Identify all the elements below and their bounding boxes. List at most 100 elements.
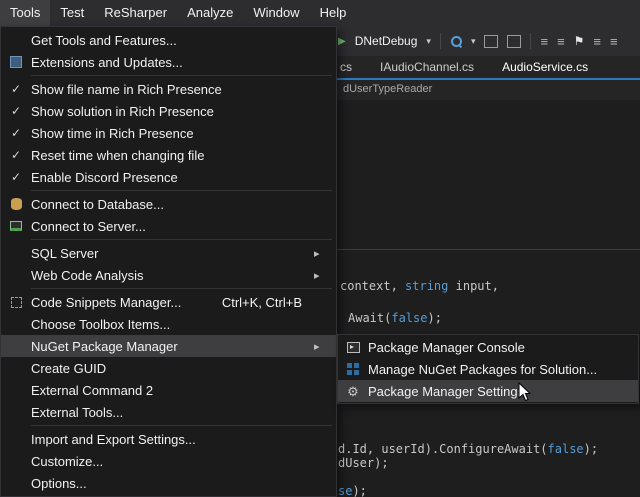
menu-item-enable-discord-presence[interactable]: ✓ Enable Discord Presence [1, 166, 336, 188]
menu-item-gutter [338, 342, 368, 353]
menu-separator [31, 288, 332, 289]
tab-iaudiochannel[interactable]: IAudioChannel.cs [380, 60, 474, 74]
menu-separator [31, 190, 332, 191]
menu-item-label: Package Manager Console [368, 340, 525, 355]
gear-icon: ⚙ [347, 385, 359, 398]
menu-item-gutter [1, 297, 31, 308]
menu-item-nuget-package-manager[interactable]: NuGet Package Manager ▸ [1, 335, 336, 357]
menu-item-label: External Tools... [31, 405, 123, 420]
menu-item-get-tools-and-features[interactable]: Get Tools and Features... [1, 29, 336, 51]
submenu-item-package-manager-settings[interactable]: ⚙ Package Manager Settings [338, 380, 638, 402]
bookmark-icon[interactable]: ⚑ [574, 34, 585, 48]
debug-target-dropdown[interactable]: DNetDebug [355, 34, 418, 48]
menubar-item-tools[interactable]: Tools [0, 0, 50, 26]
menubar-item-analyze[interactable]: Analyze [177, 0, 243, 26]
menu-item-web-code-analysis[interactable]: Web Code Analysis ▸ [1, 264, 336, 286]
menu-item-gutter: ✓ [1, 82, 31, 96]
breadcrumb[interactable]: dUserTypeReader [343, 83, 432, 95]
menu-item-label: Show solution in Rich Presence [31, 104, 214, 119]
menu-item-label: Extensions and Updates... [31, 55, 183, 70]
code-snippets-icon [11, 297, 22, 308]
menubar-item-window[interactable]: Window [243, 0, 309, 26]
indent-lines-icon[interactable]: ≡ [540, 34, 548, 49]
menu-item-label: Connect to Server... [31, 219, 146, 234]
code-line: se); [338, 484, 367, 497]
menu-item-show-solution-rich-presence[interactable]: ✓ Show solution in Rich Presence [1, 100, 336, 122]
extensions-icon [10, 56, 22, 68]
menu-item-gutter: ✓ [1, 148, 31, 162]
menu-item-show-file-name-rich-presence[interactable]: ✓ Show file name in Rich Presence [1, 78, 336, 100]
menu-item-gutter: ⚙ [338, 385, 368, 398]
menubar-item-resharper[interactable]: ReSharper [94, 0, 177, 26]
menu-item-reset-time-when-changing-file[interactable]: ✓ Reset time when changing file [1, 144, 336, 166]
submenu-item-manage-nuget-packages-for-solution[interactable]: Manage NuGet Packages for Solution... [338, 358, 638, 380]
submenu-item-package-manager-console[interactable]: Package Manager Console [338, 336, 638, 358]
check-icon: ✓ [11, 82, 21, 96]
menu-bar: Tools Test ReSharper Analyze Window Help [0, 0, 640, 26]
check-icon: ✓ [11, 104, 21, 118]
menu-item-label: Connect to Database... [31, 197, 164, 212]
menu-item-gutter: ✓ [1, 170, 31, 184]
nuget-package-manager-submenu: Package Manager Console Manage NuGet Pac… [337, 334, 639, 404]
menu-item-create-guid[interactable]: Create GUID [1, 357, 336, 379]
menu-item-connect-to-server[interactable]: Connect to Server... [1, 215, 336, 237]
vs-window: Tools Test ReSharper Analyze Window Help… [0, 0, 640, 497]
tab-partial[interactable]: cs [340, 60, 352, 74]
submenu-arrow-icon: ▸ [314, 269, 336, 282]
menubar-item-test[interactable]: Test [50, 0, 94, 26]
menu-item-label: Import and Export Settings... [31, 432, 196, 447]
menu-item-label: Choose Toolbox Items... [31, 317, 170, 332]
window-layout-icon[interactable] [484, 35, 498, 48]
submenu-arrow-icon: ▸ [314, 247, 336, 260]
code-line: Await(false); [348, 311, 442, 325]
tools-menu: Get Tools and Features... Extensions and… [0, 26, 337, 497]
menu-item-gutter: ✓ [1, 126, 31, 140]
toolbar-separator [530, 33, 531, 49]
find-icon[interactable] [450, 35, 462, 47]
start-debug-icon[interactable]: ▶ [338, 36, 346, 47]
menu-item-label: Show file name in Rich Presence [31, 82, 222, 97]
menu-item-label: Options... [31, 476, 87, 491]
outdent-lines-icon[interactable]: ≡ [557, 34, 565, 49]
menu-item-gutter [338, 363, 368, 375]
attach-to-process-icon[interactable] [507, 35, 521, 48]
menu-item-gutter [1, 198, 31, 210]
mouse-cursor [518, 382, 532, 407]
menu-item-gutter [1, 56, 31, 68]
menu-item-gutter: ✓ [1, 104, 31, 118]
menu-item-external-tools[interactable]: External Tools... [1, 401, 336, 423]
debug-target-chevron-icon[interactable]: ▾ [426, 36, 431, 47]
menu-item-label: SQL Server [31, 246, 98, 261]
menu-item-options[interactable]: Options... [1, 472, 336, 494]
menu-item-label: Show time in Rich Presence [31, 126, 194, 141]
menu-item-label: Web Code Analysis [31, 268, 144, 283]
menu-item-label: Package Manager Settings [368, 384, 524, 399]
console-icon [347, 342, 360, 353]
find-dropdown-chevron-icon[interactable]: ▾ [471, 36, 476, 47]
menu-item-label: Code Snippets Manager... [31, 295, 181, 310]
check-icon: ✓ [11, 170, 21, 184]
menu-item-customize[interactable]: Customize... [1, 450, 336, 472]
menu-separator [31, 75, 332, 76]
uncomment-lines-icon[interactable]: ≡ [610, 34, 618, 49]
menu-item-choose-toolbox-items[interactable]: Choose Toolbox Items... [1, 313, 336, 335]
menu-item-shortcut: Ctrl+K, Ctrl+B [222, 295, 302, 310]
menu-item-connect-to-database[interactable]: Connect to Database... [1, 193, 336, 215]
menubar-item-help[interactable]: Help [310, 0, 357, 26]
menu-item-label: Manage NuGet Packages for Solution... [368, 362, 597, 377]
submenu-arrow-icon: ▸ [314, 340, 336, 353]
menu-item-import-and-export-settings[interactable]: Import and Export Settings... [1, 428, 336, 450]
menu-item-show-time-rich-presence[interactable]: ✓ Show time in Rich Presence [1, 122, 336, 144]
code-line: d.Id, userId).ConfigureAwait(false); [338, 442, 598, 456]
menu-item-label: Get Tools and Features... [31, 33, 177, 48]
menu-item-label: Create GUID [31, 361, 106, 376]
menu-item-external-command-2[interactable]: External Command 2 [1, 379, 336, 401]
tab-audioservice[interactable]: AudioService.cs [502, 60, 588, 74]
server-icon [10, 221, 22, 231]
menu-item-extensions-and-updates[interactable]: Extensions and Updates... [1, 51, 336, 73]
check-icon: ✓ [11, 126, 21, 140]
menu-item-sql-server[interactable]: SQL Server ▸ [1, 242, 336, 264]
menu-item-code-snippets-manager[interactable]: Code Snippets Manager... Ctrl+K, Ctrl+B [1, 291, 336, 313]
comment-lines-icon[interactable]: ≡ [593, 34, 601, 49]
code-line: dUser); [338, 456, 389, 470]
